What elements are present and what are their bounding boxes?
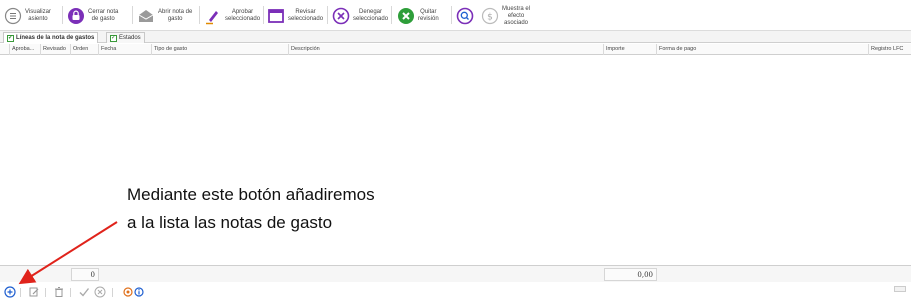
search-circle-icon <box>455 6 475 26</box>
column-aprobado[interactable]: Aproba... <box>10 44 41 55</box>
trash-icon <box>53 286 65 300</box>
column-importe[interactable]: Importe <box>604 44 657 55</box>
dollar-circle-icon: $ <box>480 6 500 26</box>
totals-bar: 0 0,00 <box>0 265 911 282</box>
lock-circle-icon <box>66 6 86 26</box>
annotation-text: Mediante este botón añadiremos a la list… <box>127 181 375 237</box>
visualizar-asiento-button[interactable]: Visualizar asiento <box>3 2 51 30</box>
tab-lineas-label: Líneas de la nota de gastos <box>16 35 95 41</box>
cerrar-nota-button[interactable]: Cerrar nota de gasto <box>66 2 118 30</box>
cancel-button[interactable] <box>93 286 106 299</box>
filter-circle-icon <box>122 286 133 299</box>
deny-circle-icon <box>331 6 351 26</box>
column-tipo-gasto[interactable]: Tipo de gasto <box>152 44 289 55</box>
action-separator <box>45 288 46 297</box>
column-revisado[interactable]: Revisado <box>41 44 71 55</box>
denegar-seleccionado-label: Denegar seleccionado <box>353 9 389 22</box>
cerrar-nota-label: Cerrar nota de gasto <box>88 9 119 22</box>
muestra-efecto-button[interactable]: $ Muestra el efecto asociado <box>480 2 530 30</box>
info-circle-icon <box>133 286 144 299</box>
abrir-nota-button[interactable]: Abrir nota de gasto <box>136 2 192 30</box>
column-registro-lfc[interactable]: Registro LFC <box>869 44 911 55</box>
window-review-icon <box>266 6 286 26</box>
grid-header: Aproba... Revisado Orden Fecha Tipo de g… <box>0 44 911 55</box>
toolbar-separator <box>62 6 63 24</box>
resize-grip-icon[interactable] <box>894 285 906 293</box>
cancel-circle-icon <box>94 286 106 300</box>
revisar-seleccionado-label: Revisar seleccionado <box>288 9 324 22</box>
total-count: 0 <box>71 268 99 281</box>
abrir-nota-label: Abrir nota de gasto <box>158 9 193 22</box>
annotation-line-2: a la lista las notas de gasto <box>127 213 333 232</box>
edit-icon <box>28 286 40 300</box>
total-importe: 0,00 <box>604 268 657 281</box>
add-circle-icon <box>3 285 16 300</box>
quitar-revision-label: Quitar revisión <box>418 9 439 22</box>
buscar-button[interactable] <box>455 2 475 30</box>
action-separator <box>112 288 113 297</box>
check-icon: ✓ <box>7 34 14 42</box>
tab-bar: ✓ Líneas de la nota de gastos ✓ Estados <box>0 31 911 43</box>
column-fecha[interactable]: Fecha <box>99 44 152 55</box>
denegar-seleccionado-button[interactable]: Denegar seleccionado <box>331 2 388 30</box>
tab-estados-label: Estados <box>119 35 141 41</box>
toolbar-separator <box>327 6 328 24</box>
muestra-efecto-label: Muestra el efecto asociado <box>502 5 531 26</box>
action-separator <box>70 288 71 297</box>
column-forma-pago[interactable]: Forma de pago <box>657 44 869 55</box>
edit-button[interactable] <box>27 286 40 299</box>
toolbar-separator <box>263 6 264 24</box>
envelope-open-icon <box>136 6 156 26</box>
info-button[interactable] <box>132 286 145 299</box>
toolbar: Visualizar asiento Cerrar nota de gasto … <box>0 0 911 31</box>
row-indicator-column <box>0 44 10 55</box>
pen-approve-icon <box>203 6 223 26</box>
toolbar-separator <box>451 6 452 24</box>
visualizar-asiento-label: Visualizar asiento <box>25 9 51 22</box>
quitar-revision-button[interactable]: Quitar revisión <box>396 2 439 30</box>
revisar-seleccionado-button[interactable]: Revisar seleccionado <box>266 2 323 30</box>
svg-text:$: $ <box>487 12 493 22</box>
check-icon: ✓ <box>110 34 117 42</box>
toolbar-separator <box>391 6 392 24</box>
action-separator <box>20 288 21 297</box>
toolbar-separator <box>132 6 133 24</box>
column-descripcion[interactable]: Descripción <box>289 44 604 55</box>
accept-button[interactable] <box>77 286 90 299</box>
tab-lineas[interactable]: ✓ Líneas de la nota de gastos <box>3 32 99 43</box>
add-button[interactable] <box>3 285 16 300</box>
column-orden[interactable]: Orden <box>71 44 99 55</box>
checkmark-icon <box>78 286 90 300</box>
delete-button[interactable] <box>52 286 65 299</box>
toolbar-separator <box>199 6 200 24</box>
action-bar <box>0 284 911 301</box>
annotation-line-1: Mediante este botón añadiremos <box>127 185 375 204</box>
aprobar-seleccionado-label: Aprobar seleccionado <box>225 9 261 22</box>
tab-estados[interactable]: ✓ Estados <box>106 32 145 43</box>
list-circle-icon <box>3 6 23 26</box>
remove-review-icon <box>396 6 416 26</box>
aprobar-seleccionado-button[interactable]: Aprobar seleccionado <box>203 2 260 30</box>
